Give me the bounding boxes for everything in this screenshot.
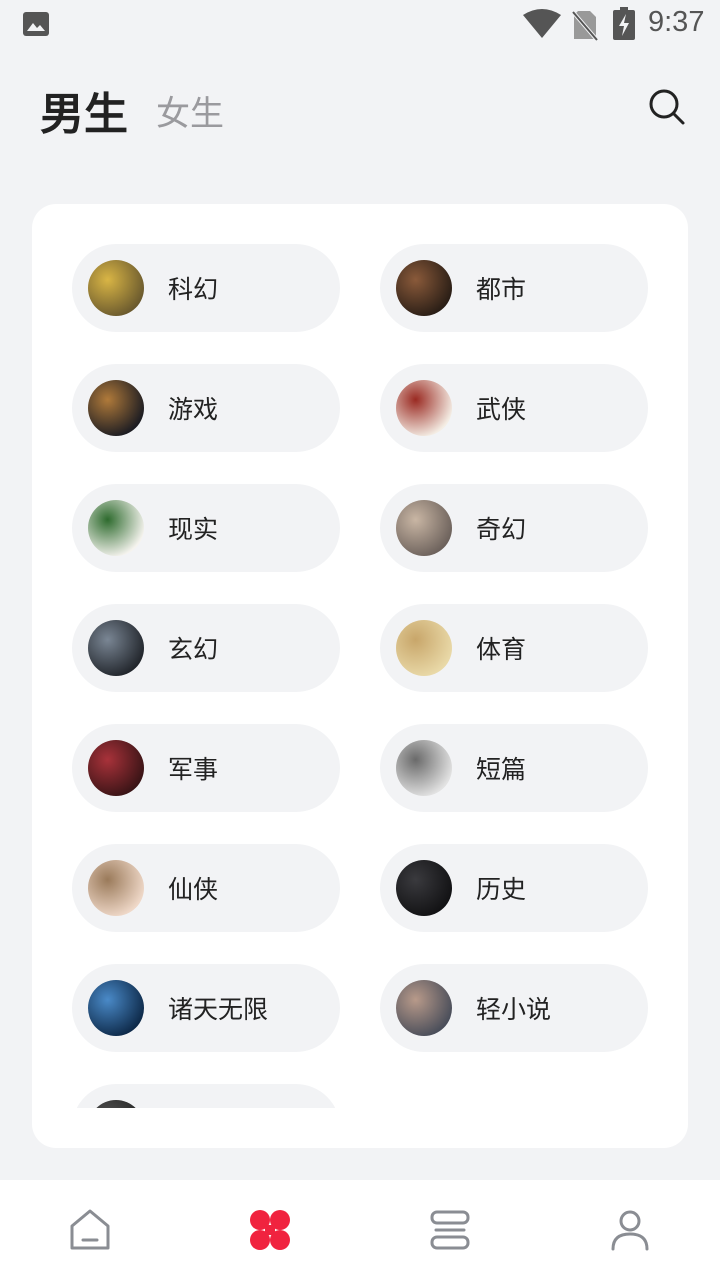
category-pill[interactable]: 轻小说 [380, 964, 648, 1052]
category-icon[interactable] [248, 1208, 292, 1252]
category-cover-thumbnail [88, 740, 144, 796]
search-icon[interactable] [646, 86, 686, 126]
category-label: 科幻 [168, 275, 219, 304]
home-icon[interactable] [68, 1208, 112, 1252]
category-cover-thumbnail [396, 500, 452, 556]
bottom-nav [0, 1180, 720, 1280]
category-cover-thumbnail [396, 380, 452, 436]
category-cover-thumbnail [396, 860, 452, 916]
category-card: 科幻 都市游戏 武侠现实 奇幻玄幻 体育军事 短篇仙侠 历史诸天无限 轻小说 [32, 204, 688, 1148]
category-label: 仙侠 [168, 875, 219, 904]
category-label: 奇幻 [476, 515, 527, 544]
category-cover-thumbnail [396, 980, 452, 1036]
category-pill[interactable]: 现实 [72, 484, 340, 572]
category-pill[interactable] [72, 1084, 340, 1108]
category-pill[interactable]: 都市 [380, 244, 648, 332]
category-pill[interactable]: 历史 [380, 844, 648, 932]
image-icon [23, 12, 49, 36]
category-label: 军事 [168, 755, 219, 784]
no-sim-icon [572, 10, 598, 41]
category-label: 都市 [476, 275, 527, 304]
category-pill[interactable]: 军事 [72, 724, 340, 812]
header: 男生 女生 [0, 70, 720, 140]
category-cover-thumbnail [396, 740, 452, 796]
category-grid: 科幻 都市游戏 武侠现实 奇幻玄幻 体育军事 短篇仙侠 历史诸天无限 轻小说 [72, 244, 648, 1108]
category-label: 诸天无限 [168, 995, 269, 1024]
status-bar: 9:37 [0, 0, 720, 50]
battery-charging-icon [613, 7, 635, 40]
category-label: 武侠 [476, 395, 527, 424]
category-pill[interactable]: 诸天无限 [72, 964, 340, 1052]
category-cover-thumbnail [88, 260, 144, 316]
category-pill[interactable]: 短篇 [380, 724, 648, 812]
category-cover-thumbnail [88, 1100, 144, 1108]
tab-female[interactable]: 女生 [156, 86, 224, 135]
wifi-icon [523, 9, 561, 38]
category-label: 轻小说 [476, 995, 552, 1024]
category-label: 短篇 [476, 755, 527, 784]
category-label: 体育 [476, 635, 527, 664]
category-pill[interactable]: 游戏 [72, 364, 340, 452]
category-cover-thumbnail [88, 860, 144, 916]
category-scroll-area[interactable]: 科幻 都市游戏 武侠现实 奇幻玄幻 体育军事 短篇仙侠 历史诸天无限 轻小说 [32, 204, 688, 1108]
tab-male[interactable]: 男生 [40, 78, 128, 142]
category-pill[interactable]: 体育 [380, 604, 648, 692]
category-cover-thumbnail [88, 500, 144, 556]
profile-icon[interactable] [608, 1208, 652, 1252]
category-cover-thumbnail [88, 620, 144, 676]
category-pill[interactable]: 仙侠 [72, 844, 340, 932]
category-pill[interactable]: 玄幻 [72, 604, 340, 692]
category-label: 现实 [168, 515, 219, 544]
category-pill[interactable]: 科幻 [72, 244, 340, 332]
status-time: 9:37 [648, 6, 705, 38]
category-cover-thumbnail [88, 380, 144, 436]
category-pill[interactable]: 奇幻 [380, 484, 648, 572]
category-label: 玄幻 [168, 635, 219, 664]
category-cover-thumbnail [88, 980, 144, 1036]
bookshelf-icon[interactable] [428, 1208, 472, 1252]
category-label: 游戏 [168, 395, 219, 424]
category-cover-thumbnail [396, 620, 452, 676]
category-label: 历史 [476, 875, 527, 904]
category-pill[interactable]: 武侠 [380, 364, 648, 452]
category-cover-thumbnail [396, 260, 452, 316]
